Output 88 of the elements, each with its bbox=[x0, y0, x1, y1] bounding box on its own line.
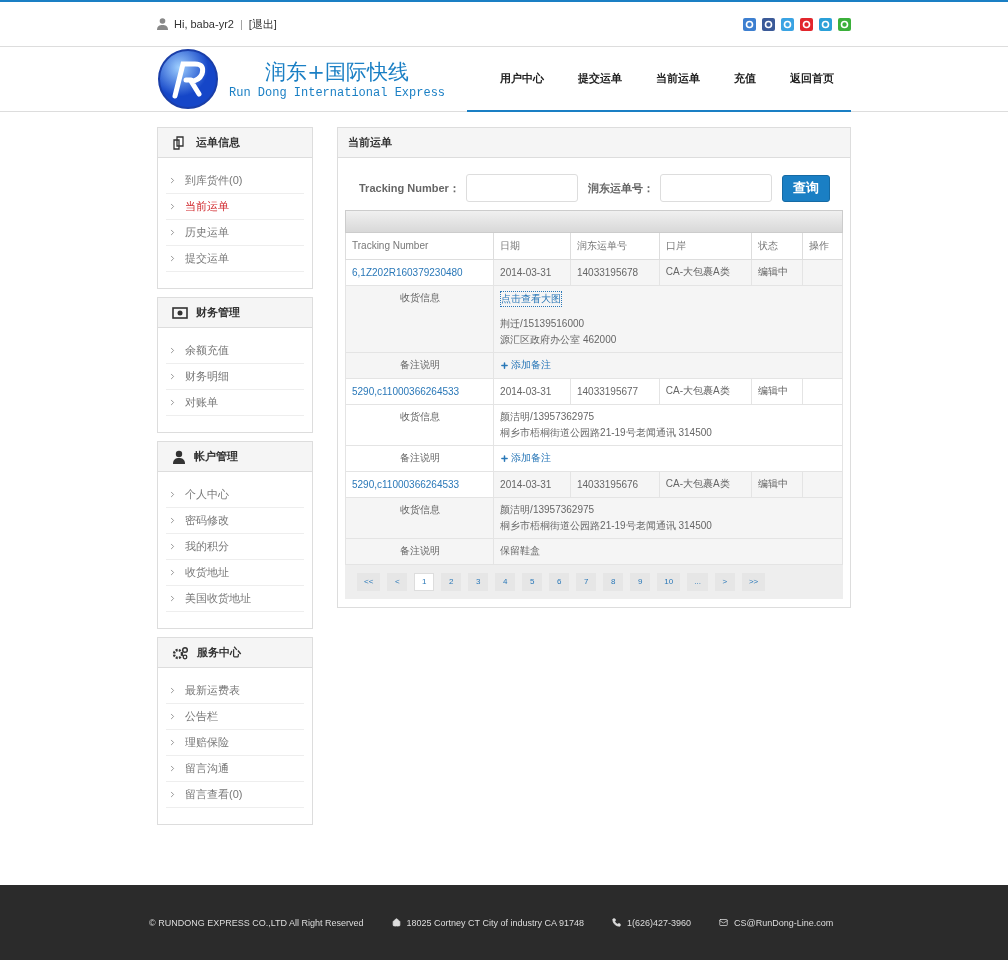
logo-title: 润东+国际快线 bbox=[265, 59, 409, 86]
address-line: 颜洁明/13957362975 bbox=[500, 409, 596, 424]
page-button[interactable]: > bbox=[714, 572, 735, 591]
page-button[interactable]: 1 bbox=[414, 572, 435, 591]
sidebar-item[interactable]: 最新运费表 bbox=[166, 678, 304, 704]
logo-subtitle: Run Dong International Express bbox=[229, 86, 446, 100]
table-cell: CA-大包裹A类 bbox=[659, 471, 752, 497]
field-label: 润东运单号： bbox=[587, 180, 654, 196]
table-cell: 收货信息 bbox=[345, 285, 494, 352]
sidebar-item[interactable]: 到库货件(0) bbox=[166, 168, 304, 194]
add-note-link[interactable]: 添加备注 bbox=[500, 358, 552, 372]
search-button[interactable]: 查询 bbox=[781, 174, 830, 202]
page-button[interactable]: < bbox=[387, 572, 408, 591]
table-cell: CA-大包裹A类 bbox=[659, 378, 752, 404]
sidebar-item[interactable]: 留言沟通 bbox=[166, 756, 304, 782]
table-cell: 收货信息 bbox=[345, 404, 494, 445]
note-text: 保留鞋盒 bbox=[500, 545, 541, 556]
table-cell: 2014-03-31 bbox=[493, 471, 571, 497]
page-button[interactable]: 10 bbox=[657, 572, 681, 591]
page-button[interactable]: 8 bbox=[603, 572, 624, 591]
nav-link[interactable]: 用户中心 bbox=[483, 71, 561, 86]
sidebar-title: 财务管理 bbox=[196, 305, 240, 320]
sidebar-item[interactable]: 收货地址 bbox=[166, 560, 304, 586]
view-image-link[interactable]: 点击查看大图 bbox=[500, 290, 563, 307]
greeting: Hi, baba-yr2 bbox=[174, 18, 234, 30]
email-text: CS@RunDong-Line.com bbox=[734, 917, 834, 928]
address-line: 源汇区政府办公室 462000 bbox=[500, 332, 618, 347]
sidebar-item[interactable]: 理赔保险 bbox=[166, 730, 304, 756]
sidebar-item[interactable]: 当前运单 bbox=[166, 194, 304, 220]
page-button[interactable]: 9 bbox=[630, 572, 651, 591]
nav-link[interactable]: 充值 bbox=[717, 71, 773, 86]
table-cell: 2014-03-31 bbox=[493, 259, 571, 285]
sidebar-item[interactable]: 对账单 bbox=[166, 390, 304, 416]
page-button[interactable]: >> bbox=[741, 572, 766, 591]
table-cell: 14033195677 bbox=[570, 378, 660, 404]
add-note-link[interactable]: 添加备注 bbox=[500, 451, 552, 465]
sidebar-item[interactable]: 个人中心 bbox=[166, 482, 304, 508]
tracking-link[interactable]: 5290,c11000366264533 bbox=[352, 385, 460, 397]
page-button[interactable]: 7 bbox=[576, 572, 597, 591]
table-cell: 收货信息 bbox=[345, 497, 494, 538]
field-label: Tracking Number： bbox=[359, 180, 460, 196]
page-button[interactable]: 5 bbox=[522, 572, 543, 591]
sidebar-item[interactable]: 财务明细 bbox=[166, 364, 304, 390]
table-cell: 14033195676 bbox=[570, 471, 660, 497]
table-cell: 14033195678 bbox=[570, 259, 660, 285]
table-cell: 备注说明 bbox=[345, 445, 494, 471]
nav-link[interactable]: 返回首页 bbox=[773, 71, 851, 86]
sidebar-item[interactable]: 提交运单 bbox=[166, 246, 304, 272]
column-header: 操作 bbox=[802, 233, 843, 259]
page-button[interactable]: 3 bbox=[468, 572, 489, 591]
separator: | bbox=[239, 18, 243, 30]
address-line: 颜洁明/13957362975 bbox=[500, 502, 596, 517]
table-cell: CA-大包裹A类 bbox=[659, 259, 752, 285]
sidebar-item[interactable]: 余额充值 bbox=[166, 338, 304, 364]
nav-link[interactable]: 提交运单 bbox=[561, 71, 639, 86]
table-cell: 2014-03-31 bbox=[493, 378, 571, 404]
tracking-link[interactable]: 6,1Z202R160379230480 bbox=[352, 266, 463, 278]
address-line: 桐乡市梧桐街道公园路21-19号老闻通讯 314500 bbox=[500, 518, 713, 533]
panel-title: 当前运单 bbox=[348, 135, 392, 150]
sidebar-item[interactable]: 历史运单 bbox=[166, 220, 304, 246]
table-cell: 备注说明 bbox=[345, 352, 494, 378]
sidebar-item[interactable]: 留言查看(0) bbox=[166, 782, 304, 808]
address-line: 荆迁/15139516000 bbox=[500, 316, 586, 331]
sidebar-item[interactable]: 公告栏 bbox=[166, 704, 304, 730]
sidebar-item[interactable]: 我的积分 bbox=[166, 534, 304, 560]
page-button[interactable]: 4 bbox=[495, 572, 516, 591]
page-button[interactable]: << bbox=[357, 572, 381, 591]
address-text: 18025 Cortney CT City of industry CA 91748 bbox=[406, 917, 584, 928]
column-header: 口岸 bbox=[659, 233, 752, 259]
nav-link[interactable]: 当前运单 bbox=[639, 71, 717, 86]
column-header: 日期 bbox=[493, 233, 571, 259]
page-button[interactable]: 6 bbox=[549, 572, 570, 591]
copyright-text: © RUNDONG EXPRESS CO.,LTD All Right Reserved bbox=[149, 917, 364, 928]
logout-link[interactable]: [退出] bbox=[248, 16, 277, 32]
page-button[interactable]: 2 bbox=[441, 572, 462, 591]
tracking-link[interactable]: 5290,c11000366264533 bbox=[352, 478, 460, 490]
column-header: 润东运单号 bbox=[570, 233, 660, 259]
sidebar-title: 运单信息 bbox=[196, 135, 240, 150]
column-header: Tracking Number bbox=[345, 233, 494, 259]
sidebar-title: 帐户管理 bbox=[194, 449, 238, 464]
table-cell: 备注说明 bbox=[345, 538, 494, 564]
sidebar-item[interactable]: 密码修改 bbox=[166, 508, 304, 534]
phone-text: 1(626)427-3960 bbox=[626, 917, 692, 928]
address-line: 桐乡市梧桐街道公园路21-19号老闻通讯 314500 bbox=[500, 425, 713, 440]
sidebar-title: 服务中心 bbox=[197, 645, 241, 660]
page-button[interactable]: ... bbox=[687, 572, 708, 591]
sidebar-item[interactable]: 美国收货地址 bbox=[166, 586, 304, 612]
column-header: 状态 bbox=[751, 233, 803, 259]
